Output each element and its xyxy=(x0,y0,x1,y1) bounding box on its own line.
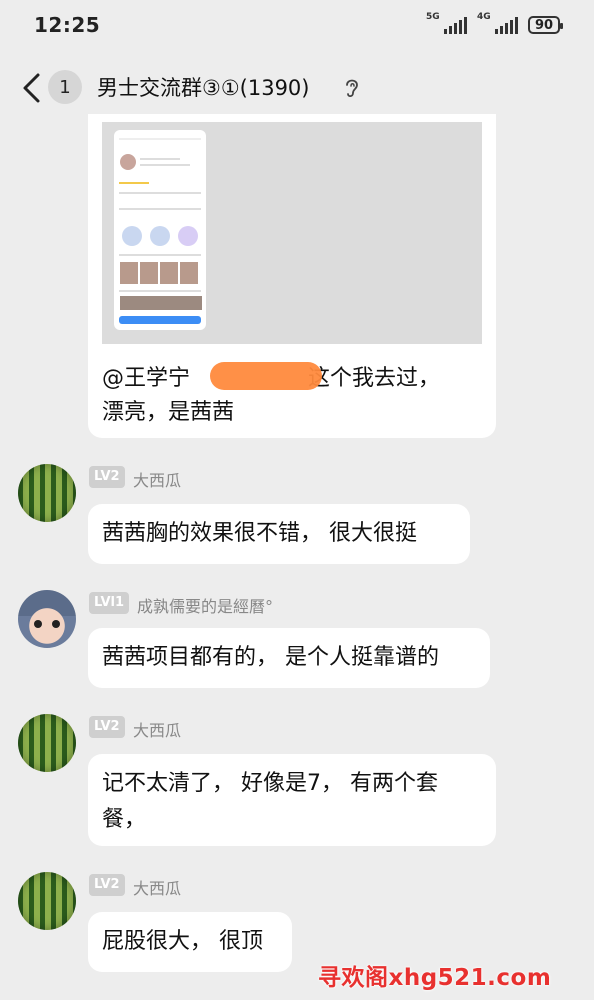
level-badge: LVl1 xyxy=(89,592,130,614)
message-bubble[interactable]: 茜茜项目都有的， 是个人挺靠谱的 xyxy=(88,628,490,688)
chat-title[interactable]: 男士交流群③①(1390) xyxy=(97,72,309,102)
signal-4g-icon: 4G xyxy=(477,12,518,34)
ear-icon xyxy=(346,79,358,98)
signal-5g-icon: 5G xyxy=(426,12,467,34)
status-icons: 5G 4G 90 xyxy=(426,12,563,34)
avatar-watermelon[interactable] xyxy=(18,872,76,930)
message-bubble[interactable]: 记不太清了， 好像是7， 有两个套 餐， xyxy=(88,754,496,846)
status-time: 12:25 xyxy=(34,13,101,37)
redaction-mark xyxy=(210,362,322,390)
sender-name: 大西瓜 xyxy=(133,879,182,898)
level-badge: LV2 xyxy=(89,466,125,488)
back-arrow-icon[interactable] xyxy=(20,72,46,104)
level-badge: LV2 xyxy=(89,716,125,738)
sender-name: 成孰儒要的是經曆° xyxy=(137,597,274,616)
unread-count-badge[interactable]: 1 xyxy=(48,70,82,104)
message-bubble[interactable]: 茜茜胸的效果很不错， 很大很挺 xyxy=(88,504,470,564)
sender-name: 大西瓜 xyxy=(133,721,182,740)
screenshot-phone-preview xyxy=(114,130,206,330)
status-bar: 12:25 5G 4G 90 xyxy=(0,0,594,50)
watermark: 寻欢阁xhg521.com xyxy=(318,965,552,991)
avatar-doll[interactable] xyxy=(18,590,76,648)
message-bubble[interactable]: 屁股很大， 很顶 xyxy=(88,912,292,972)
battery-icon: 90 xyxy=(528,16,563,34)
avatar-watermelon[interactable] xyxy=(18,464,76,522)
avatar-watermelon[interactable] xyxy=(18,714,76,772)
level-badge: LV2 xyxy=(89,874,125,896)
sender-name: 大西瓜 xyxy=(133,471,182,490)
